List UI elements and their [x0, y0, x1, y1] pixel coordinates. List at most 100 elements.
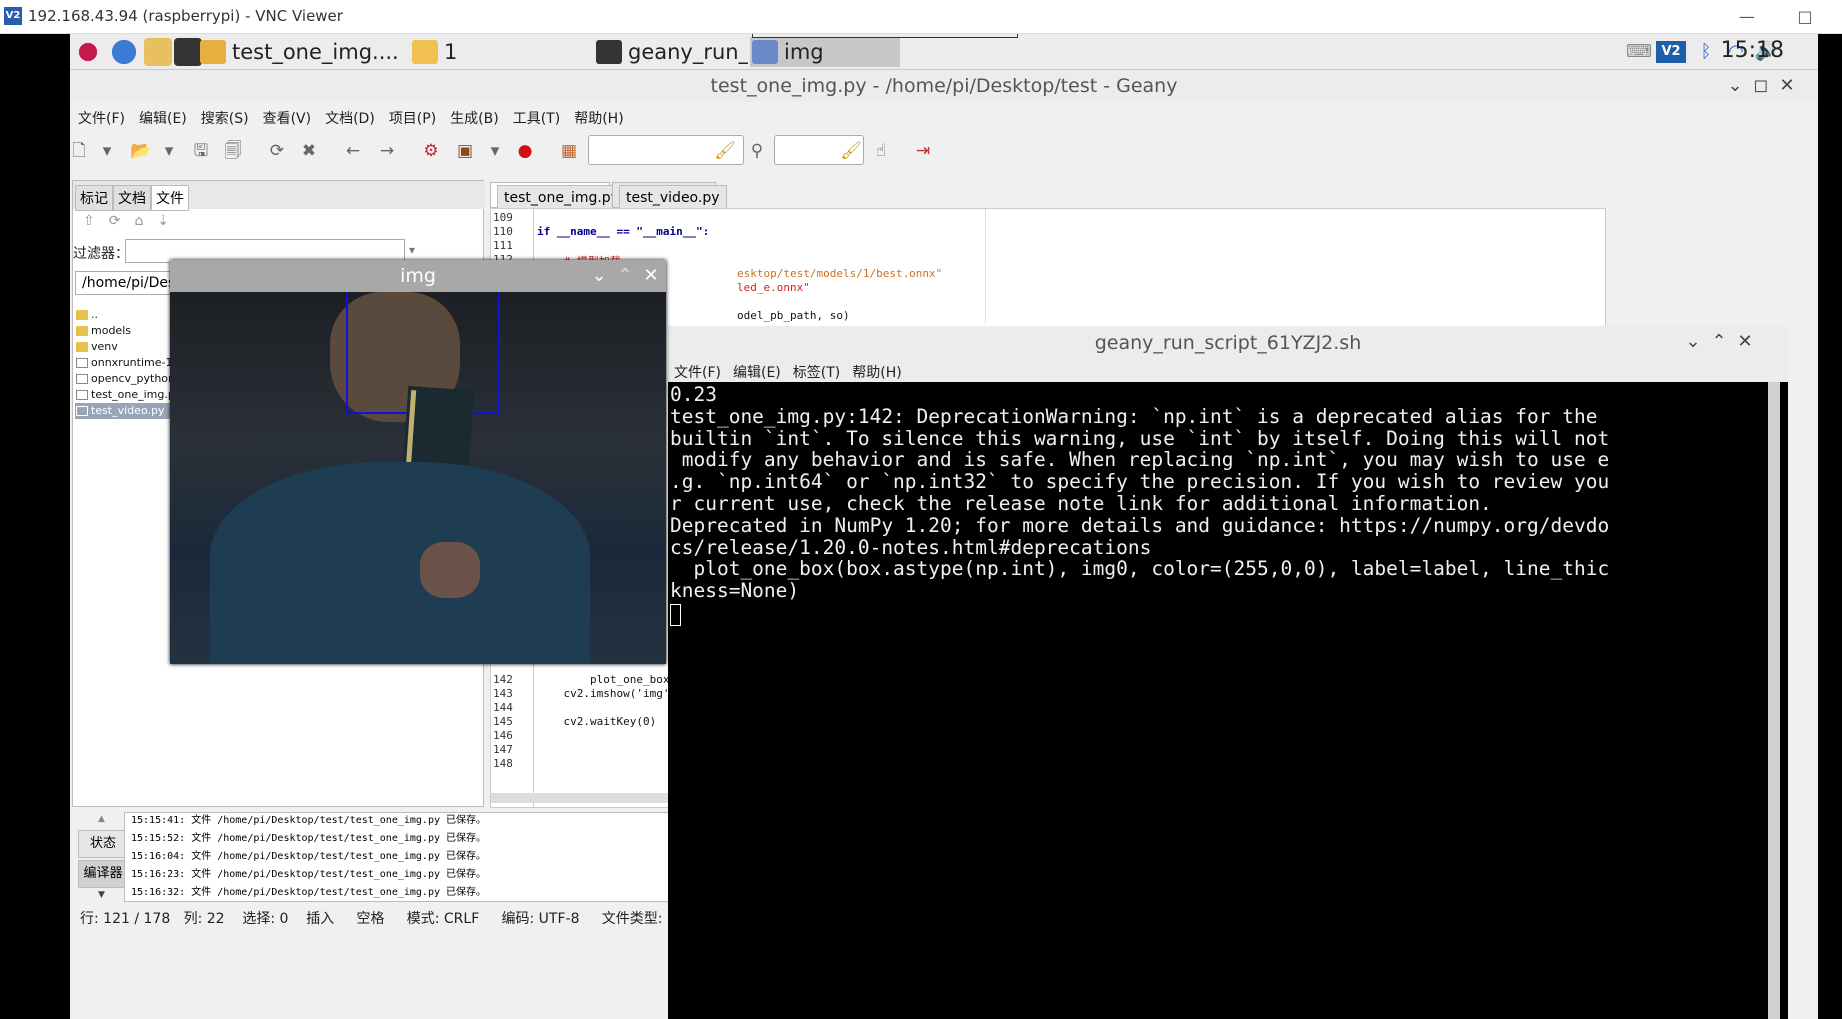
line-number: 109 — [493, 211, 513, 224]
file-item-selected[interactable]: test_video.py — [75, 403, 179, 419]
folder-icon — [76, 310, 88, 320]
close-file-icon[interactable]: ✖ — [298, 140, 320, 162]
tab-files[interactable]: 文件 — [151, 185, 189, 211]
code-line: esktop/test/models/1/best.onnx" — [737, 267, 943, 280]
keyboard-icon[interactable]: ⌨ — [1626, 41, 1652, 63]
geany-close-button[interactable]: ✕ — [1772, 70, 1802, 102]
terminal-output[interactable]: 0.23 test_one_img.py:142: DeprecationWar… — [668, 382, 1768, 1019]
tab-test-video[interactable]: test_video.py ✕ — [612, 182, 727, 211]
line-number: 146 — [493, 729, 513, 742]
menu-document[interactable]: 文档(D) — [317, 102, 381, 128]
menu-file[interactable]: 文件(F) — [70, 102, 131, 128]
clear-goto-icon[interactable]: 🖌 — [840, 140, 862, 162]
message-line: 15:16:23: 文件 /home/pi/Desktop/test/test_… — [131, 869, 487, 880]
file-item[interactable]: .. — [75, 307, 98, 323]
file-browser-nav[interactable]: ⇧⟳⌂⇣ — [83, 213, 183, 229]
open-file-icon[interactable]: 📂 — [130, 140, 152, 162]
message-line: 15:16:04: 文件 /home/pi/Desktop/test/test_… — [131, 851, 487, 862]
task-test-one-img[interactable]: test_one_img.... — [198, 37, 408, 67]
file-icon — [76, 358, 88, 368]
line-number: 145 — [493, 715, 513, 728]
tab-status[interactable]: 状态 — [78, 830, 128, 858]
clear-search-icon[interactable]: 🖌 — [714, 140, 736, 162]
color-chooser-icon[interactable]: ▦ — [558, 140, 580, 162]
compile-icon[interactable]: ⚙ — [420, 140, 442, 162]
terminal-close-button[interactable]: ✕ — [1730, 326, 1760, 358]
open-dropdown-icon[interactable]: ▾ — [158, 140, 180, 162]
menu-project[interactable]: 项目(P) — [381, 102, 442, 128]
file-icon — [76, 390, 88, 400]
terminal-line: cs/release/1.20.0-notes.html#deprecation… — [670, 535, 1152, 559]
line-number: 111 — [493, 239, 513, 252]
terminal-title-bar: geany_run_script_61YZJ2.sh ⌄ ⌃ ✕ — [668, 326, 1788, 360]
tab-compiler[interactable]: 编译器 — [78, 860, 128, 888]
geany-title-bar: test_one_img.py - /home/pi/Desktop/test … — [70, 70, 1818, 102]
tab-test-one-img[interactable]: test_one_img.py ✕ — [490, 182, 626, 211]
msg-tabs: ▲ 状态 编译器 ▼ — [74, 814, 128, 902]
line-number: 143 — [493, 687, 513, 700]
quit-icon[interactable]: ⇥ — [912, 140, 934, 162]
menu-edit[interactable]: 编辑(E) — [131, 102, 193, 128]
reload-icon[interactable]: ⟳ — [266, 140, 288, 162]
file-manager-icon[interactable] — [144, 38, 172, 66]
vnc-maximize-button[interactable]: □ — [1790, 4, 1820, 30]
new-file-icon[interactable]: 🗋 — [70, 140, 90, 162]
line-number: 144 — [493, 701, 513, 714]
folder-icon — [76, 342, 88, 352]
save-all-icon[interactable]: 🗐 — [222, 140, 244, 162]
terminal-line: plot_one_box(box.astype(np.int), img0, c… — [670, 557, 1610, 581]
tab-documents[interactable]: 文档 — [113, 185, 151, 211]
terminal-scrollbar[interactable] — [1768, 382, 1780, 1019]
terminal-line: modify any behavior and is safe. When re… — [670, 448, 1610, 472]
menu-tools[interactable]: 工具(T) — [505, 102, 566, 128]
task-folder-1[interactable]: 1 — [410, 37, 550, 67]
terminal-menu-tabs[interactable]: 标签(T) — [787, 360, 846, 382]
terminal-icon — [596, 40, 622, 64]
scroll-down-icon[interactable]: ▼ — [98, 890, 105, 900]
terminal-line: 0.23 — [670, 383, 717, 406]
terminal-menu-file[interactable]: 文件(F) — [668, 360, 727, 382]
tab-symbols[interactable]: 标记 — [75, 185, 113, 211]
search-icon[interactable]: ⚲ — [746, 140, 768, 162]
goto-line-icon[interactable]: ☝ — [870, 140, 892, 162]
scroll-up-icon[interactable]: ▲ — [98, 814, 105, 824]
img-close-button[interactable]: ✕ — [636, 260, 666, 292]
filter-dropdown-icon[interactable]: ▾ — [409, 243, 415, 257]
geany-window: test_one_img.py - /home/pi/Desktop/test … — [70, 70, 1818, 1019]
new-dropdown-icon[interactable]: ▾ — [96, 140, 118, 162]
terminal-line: kness=None) — [670, 579, 800, 603]
terminal-line: .g. `np.int64` or `np.int32` to specify … — [670, 470, 1610, 494]
file-item[interactable]: models — [75, 323, 131, 339]
message-line: 15:16:32: 文件 /home/pi/Desktop/test/test_… — [131, 887, 487, 898]
web-browser-icon[interactable] — [110, 38, 138, 66]
build-dropdown-icon[interactable]: ▾ — [484, 140, 506, 162]
task-geany-run-script[interactable]: geany_run_scr... — [594, 37, 748, 67]
menu-view[interactable]: 查看(V) — [255, 102, 318, 128]
menu-search[interactable]: 搜索(S) — [193, 102, 255, 128]
sidebar-tabs: 标记 文档 文件 — [73, 181, 485, 211]
code-line: led_e.onnx" — [737, 281, 810, 294]
geany-title: test_one_img.py - /home/pi/Desktop/test … — [710, 75, 1178, 97]
file-item[interactable]: venv — [75, 339, 118, 355]
menu-build[interactable]: 生成(B) — [442, 102, 505, 128]
back-icon[interactable]: ← — [342, 140, 364, 162]
terminal-menu-edit[interactable]: 编辑(E) — [727, 360, 787, 382]
remote-desktop: test_one_img.... 1 geany_run_scr... img … — [70, 34, 1818, 1019]
vnc-minimize-button[interactable]: — — [1732, 4, 1762, 30]
build-icon[interactable]: ▣ — [454, 140, 476, 162]
vnc-tray-icon[interactable]: V2 — [1656, 41, 1686, 63]
message-line: 15:15:52: 文件 /home/pi/Desktop/test/test_… — [131, 833, 487, 844]
forward-icon[interactable]: → — [376, 140, 398, 162]
bluetooth-icon[interactable]: ᛒ — [1694, 41, 1718, 63]
file-icon — [76, 406, 88, 416]
line-number: 147 — [493, 743, 513, 756]
save-icon[interactable]: 🖫 — [190, 140, 212, 162]
stop-icon[interactable]: ● — [514, 140, 536, 162]
menu-help[interactable]: 帮助(H) — [566, 102, 629, 128]
file-item[interactable]: test_one_img.py — [75, 387, 181, 403]
task-img[interactable]: img — [750, 37, 900, 67]
message-line: 15:15:41: 文件 /home/pi/Desktop/test/test_… — [131, 815, 487, 826]
raspberry-menu-icon[interactable] — [74, 38, 102, 66]
terminal-menu-help[interactable]: 帮助(H) — [846, 360, 907, 382]
file-icon — [76, 374, 88, 384]
